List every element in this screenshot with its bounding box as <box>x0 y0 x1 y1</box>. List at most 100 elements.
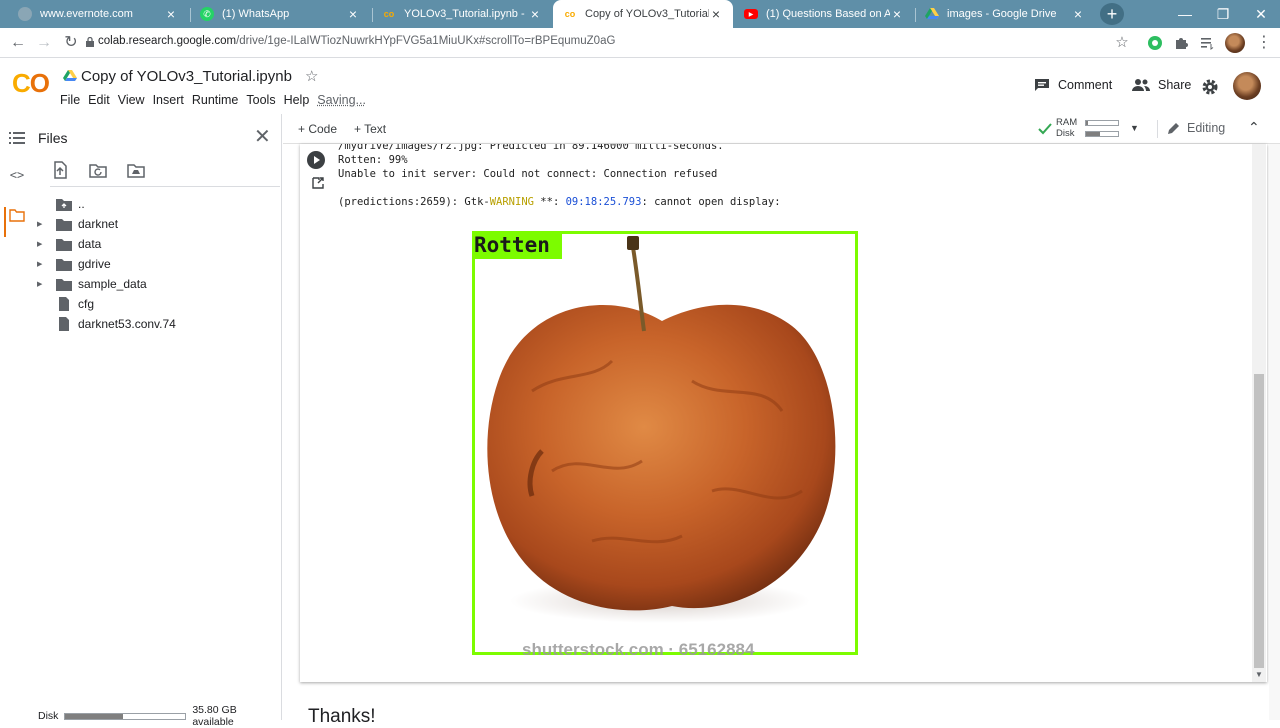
tab-title: www.evernote.com <box>40 8 133 20</box>
close-tab-icon[interactable]: × <box>346 6 360 22</box>
expand-arrow-icon[interactable]: ▶ <box>37 280 47 288</box>
browser-menu-icon[interactable]: ⋮ <box>1254 33 1274 53</box>
close-tab-icon[interactable]: × <box>890 6 904 22</box>
star-icon[interactable]: ☆ <box>305 67 318 85</box>
menu-edit[interactable]: Edit <box>88 93 118 107</box>
cell-scrollbar[interactable] <box>1252 144 1266 682</box>
code-cell[interactable]: /mydrive/images/r2.jpg: Predicted in 89.… <box>300 144 1267 682</box>
reading-list-icon[interactable] <box>1199 35 1215 51</box>
minimize-window-icon[interactable]: — <box>1166 0 1204 28</box>
tree-item-label: sample_data <box>78 277 147 291</box>
scrollbar-thumb[interactable] <box>1254 374 1264 668</box>
expand-arrow-icon[interactable]: ▶ <box>37 220 47 228</box>
output-line: Rotten: 99% <box>338 154 408 166</box>
output-line: /mydrive/images/r2.jpg: Predicted in 89.… <box>338 144 724 152</box>
tree-item-darknet[interactable]: ▶ darknet <box>34 214 282 234</box>
back-icon[interactable]: ← <box>8 33 28 53</box>
ram-usage-fill <box>1086 121 1088 125</box>
tab-title: images - Google Drive <box>947 8 1057 20</box>
collapse-header-icon[interactable]: ⌃ <box>1248 119 1260 136</box>
browser-tab-youtube[interactable]: ▶ (1) Questions Based on Ante × <box>734 0 914 28</box>
disk-label: Disk <box>38 710 59 722</box>
new-tab-button[interactable]: + <box>1100 3 1124 25</box>
folder-icon <box>56 219 72 231</box>
menu-runtime[interactable]: Runtime <box>192 93 247 107</box>
page-scrollbar[interactable] <box>1269 144 1280 720</box>
code-snippets-icon[interactable]: <> <box>9 168 25 184</box>
tab-title: YOLOv3_Tutorial.ipynb - Colab <box>404 8 528 20</box>
file-icon <box>59 317 69 331</box>
menu-help[interactable]: Help <box>284 93 318 107</box>
close-tab-icon[interactable]: × <box>709 6 723 22</box>
tree-item-label: darknet53.conv.74 <box>78 317 176 331</box>
tree-item-darknet53-weights[interactable]: darknet53.conv.74 <box>34 314 282 334</box>
disk-label: Disk <box>1056 128 1075 139</box>
editing-mode-button[interactable]: Editing <box>1167 121 1225 135</box>
account-avatar[interactable] <box>1233 72 1261 100</box>
globe-icon <box>18 7 32 21</box>
tree-item-cfg[interactable]: cfg <box>34 294 282 314</box>
bookmark-star-icon[interactable]: ☆ <box>1112 33 1132 53</box>
pencil-icon <box>1168 123 1179 134</box>
tree-item-sample-data[interactable]: ▶ sample_data <box>34 274 282 294</box>
add-text-cell-button[interactable]: + Text <box>354 122 386 136</box>
divider <box>50 186 280 187</box>
tree-item-parent[interactable]: .. <box>34 194 282 214</box>
editing-label: Editing <box>1187 121 1226 135</box>
menu-file[interactable]: File <box>60 93 88 107</box>
colab-logo[interactable]: CO <box>12 68 50 99</box>
add-code-cell-button[interactable]: + Code <box>298 122 337 136</box>
google-drive-icon <box>63 70 77 81</box>
expand-arrow-icon[interactable]: ▶ <box>37 240 47 248</box>
tree-item-data[interactable]: ▶ data <box>34 234 282 254</box>
whatsapp-icon: ✆ <box>200 7 214 21</box>
browser-tab-evernote[interactable]: www.evernote.com × <box>8 0 188 28</box>
run-cell-button[interactable] <box>307 151 325 169</box>
close-tab-icon[interactable]: × <box>528 6 542 22</box>
save-status[interactable]: Saving... <box>317 93 374 107</box>
output-actions-icon[interactable] <box>312 177 324 189</box>
share-button[interactable]: Share <box>1132 78 1191 92</box>
colab-icon: co <box>564 9 576 19</box>
warning-separator: **: <box>533 196 566 208</box>
google-drive-icon <box>925 7 939 21</box>
colab-header: CO Copy of YOLOv3_Tutorial.ipynb ☆ File … <box>0 58 1280 114</box>
menu-view[interactable]: View <box>118 93 153 107</box>
restore-window-icon[interactable]: ❐ <box>1204 0 1242 28</box>
menu-tools[interactable]: Tools <box>246 93 283 107</box>
mount-drive-icon[interactable] <box>126 160 146 180</box>
url-host: colab.research.google.com <box>98 35 237 47</box>
reload-icon[interactable]: ↻ <box>61 33 81 53</box>
upload-file-icon[interactable] <box>50 160 70 180</box>
browser-tab-colab-original[interactable]: co YOLOv3_Tutorial.ipynb - Colab × <box>372 0 552 28</box>
youtube-icon: ▶ <box>744 9 758 19</box>
close-tab-icon[interactable]: × <box>164 6 178 22</box>
scroll-down-arrow-icon[interactable]: ▼ <box>1255 670 1263 679</box>
runtime-resources-indicator[interactable]: RAM Disk ▼ <box>1038 116 1148 142</box>
disk-usage-bar <box>1085 131 1119 137</box>
extensions-puzzle-icon[interactable] <box>1173 35 1189 51</box>
tree-item-gdrive[interactable]: ▶ gdrive <box>34 254 282 274</box>
expand-arrow-icon[interactable]: ▶ <box>37 260 47 268</box>
browser-tab-google-drive[interactable]: images - Google Drive × <box>915 0 1095 28</box>
browser-tab-whatsapp[interactable]: ✆ (1) WhatsApp × <box>190 0 370 28</box>
notebook-toolbar: + Code + Text RAM Disk ▼ Editing ⌃ <box>283 114 1280 144</box>
divider <box>1157 120 1158 138</box>
settings-gear-icon[interactable] <box>1201 78 1219 96</box>
refresh-folder-icon[interactable] <box>88 160 108 180</box>
profile-avatar[interactable] <box>1225 33 1245 53</box>
files-folder-icon[interactable] <box>9 207 25 223</box>
dropdown-arrow-icon[interactable]: ▼ <box>1130 123 1139 133</box>
forward-icon[interactable]: → <box>34 33 54 53</box>
evernote-extension-icon[interactable] <box>1147 35 1163 51</box>
address-bar[interactable]: colab.research.google.com/drive/1ge-ILaI… <box>98 35 615 47</box>
tab-title: (1) WhatsApp <box>222 8 290 20</box>
browser-tab-colab-copy[interactable]: co Copy of YOLOv3_Tutorial.ipynb × <box>553 0 733 28</box>
table-of-contents-icon[interactable] <box>9 130 25 146</box>
comment-button[interactable]: Comment <box>1034 78 1112 92</box>
close-window-icon[interactable]: ✕ <box>1242 0 1280 28</box>
notebook-title[interactable]: Copy of YOLOv3_Tutorial.ipynb <box>81 68 292 85</box>
close-tab-icon[interactable]: × <box>1071 6 1085 22</box>
menu-insert[interactable]: Insert <box>153 93 192 107</box>
close-icon[interactable]: ✕ <box>254 124 271 149</box>
